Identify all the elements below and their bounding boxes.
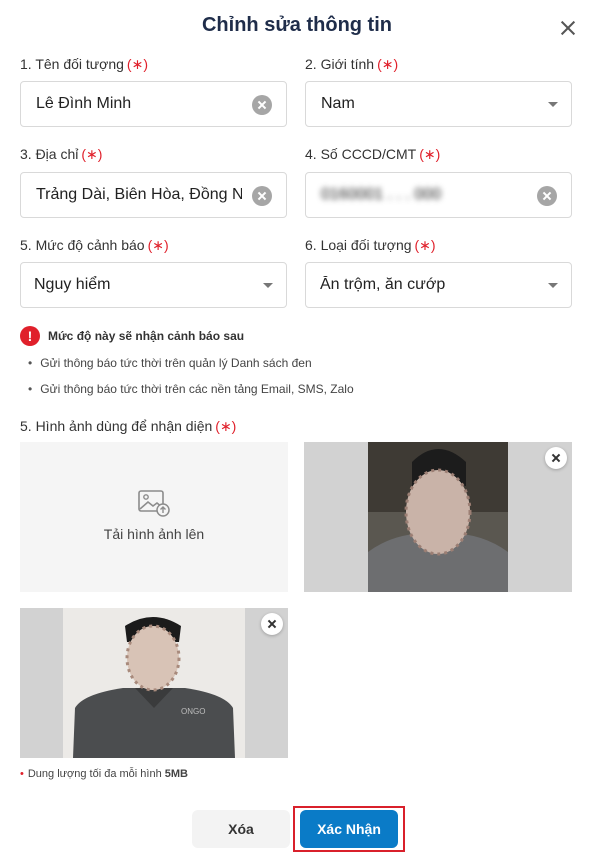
size-limit-text: Dung lượng tối đa mỗi hình	[27, 768, 162, 780]
alert-level-label: 5. Mức độ cảnh báo (∗)	[20, 237, 169, 254]
face-photo-thumbnail	[304, 442, 572, 592]
name-field[interactable]: Lê Đình Minh	[20, 81, 287, 127]
id-number-label-text: 4. Số CCCD/CMT	[305, 146, 417, 162]
bullet-icon: •	[20, 768, 24, 780]
subject-type-value: Ăn trộm, ăn cướp	[320, 276, 446, 293]
body-photo-thumbnail: ONGO	[20, 608, 288, 758]
name-value: Lê Đình Minh	[36, 95, 132, 112]
required-mark: (∗)	[215, 418, 237, 434]
delete-button[interactable]: Xóa	[192, 810, 290, 848]
id-number-value: 0160001 . . . 000	[321, 186, 442, 203]
required-mark: (∗)	[126, 56, 148, 72]
gender-label: 2. Giới tính (∗)	[305, 56, 398, 73]
subject-type-label: 6. Loại đối tượng (∗)	[305, 237, 436, 254]
chevron-down-icon	[548, 102, 558, 107]
warning-item: Gửi thông báo tức thời trên quản lý Danh…	[28, 356, 311, 370]
warning-item: Gửi thông báo tức thời trên các nền tảng…	[28, 382, 353, 396]
subject-type-select[interactable]: Ăn trộm, ăn cướp	[305, 262, 572, 308]
dialog-title: Chỉnh sửa thông tin	[201, 14, 392, 36]
size-limit-note: • Dung lượng tối đa mỗi hình 5MB	[20, 768, 188, 780]
face-photo-image	[368, 442, 508, 592]
id-number-field[interactable]: 0160001 . . . 000	[305, 172, 572, 218]
name-label: 1. Tên đối tượng (∗)	[20, 56, 148, 73]
alert-level-value: Nguy hiểm	[34, 276, 111, 293]
required-mark: (∗)	[419, 146, 441, 162]
clear-name-icon[interactable]	[252, 95, 272, 115]
image-upload-icon	[138, 490, 170, 517]
images-label-text: 5. Hình ảnh dùng để nhận diện	[20, 418, 213, 434]
remove-photo-icon[interactable]	[261, 613, 283, 635]
exclamation-icon: !	[20, 326, 40, 346]
required-mark: (∗)	[81, 146, 103, 162]
name-label-text: 1. Tên đối tượng	[20, 56, 124, 72]
remove-photo-icon[interactable]	[545, 447, 567, 469]
required-mark: (∗)	[414, 237, 436, 253]
images-label: 5. Hình ảnh dùng để nhận diện (∗)	[20, 418, 236, 435]
address-label: 3. Địa chỉ (∗)	[20, 146, 102, 163]
clear-address-icon[interactable]	[252, 186, 272, 206]
address-label-text: 3. Địa chỉ	[20, 146, 79, 162]
confirm-button[interactable]: Xác Nhận	[300, 810, 398, 848]
chevron-down-icon	[548, 283, 558, 288]
gender-label-text: 2. Giới tính	[305, 56, 375, 72]
subject-type-label-text: 6. Loại đối tượng	[305, 237, 412, 253]
size-limit-value: 5MB	[164, 768, 188, 780]
chevron-down-icon	[263, 283, 273, 288]
clear-id-number-icon[interactable]	[537, 186, 557, 206]
address-field[interactable]: Trảng Dài, Biên Hòa, Đồng Nai	[20, 172, 287, 218]
id-number-label: 4. Số CCCD/CMT (∗)	[305, 146, 440, 163]
gender-select[interactable]: Nam	[305, 81, 572, 127]
alert-level-select[interactable]: Nguy hiểm	[20, 262, 287, 308]
required-mark: (∗)	[147, 237, 169, 253]
alert-level-label-text: 5. Mức độ cảnh báo	[20, 237, 145, 253]
body-photo-image: ONGO	[63, 608, 245, 758]
close-icon[interactable]	[556, 16, 580, 40]
gender-value: Nam	[321, 95, 355, 112]
warning-title: Mức độ này sẽ nhận cảnh báo sau	[48, 329, 245, 343]
shirt-logo-text: ONGO	[181, 707, 205, 716]
image-upload-area[interactable]: Tải hình ảnh lên	[20, 442, 288, 592]
required-mark: (∗)	[377, 56, 399, 72]
address-value: Trảng Dài, Biên Hòa, Đồng Nai	[36, 186, 242, 203]
upload-label: Tải hình ảnh lên	[103, 526, 205, 542]
